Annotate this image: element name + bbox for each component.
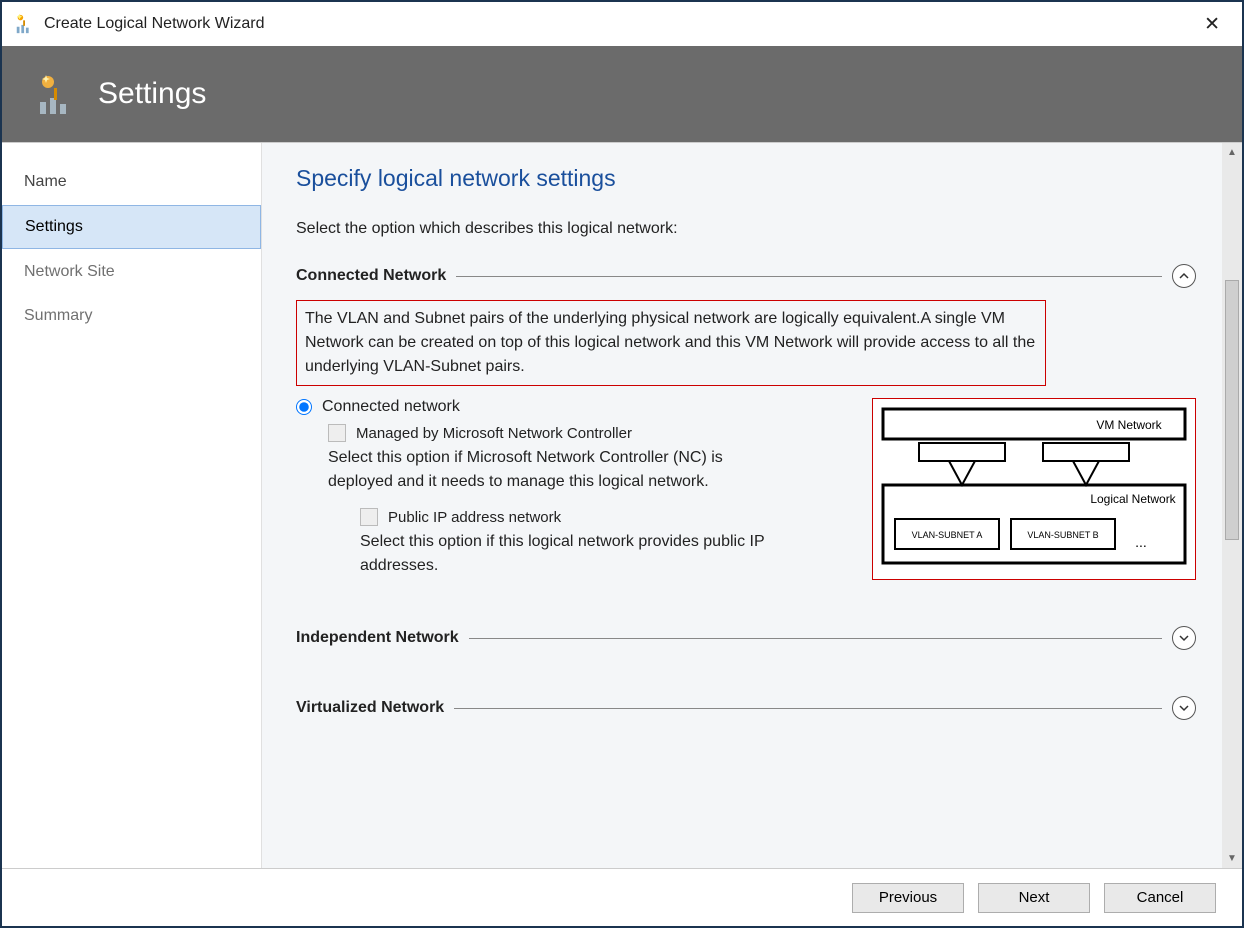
expand-independent-button[interactable] bbox=[1172, 626, 1196, 650]
svg-text:VM Network: VM Network bbox=[1096, 418, 1162, 432]
scroll-down-arrow[interactable]: ▼ bbox=[1225, 851, 1239, 866]
section-independent-header: Independent Network bbox=[296, 626, 1196, 650]
window-title: Create Logical Network Wizard bbox=[44, 15, 265, 33]
diagram-svg: VM Network Logical Network bbox=[879, 405, 1189, 573]
step-network-site[interactable]: Network Site bbox=[2, 251, 261, 293]
public-ip-row: Public IP address network bbox=[360, 508, 858, 526]
chevron-up-icon bbox=[1179, 271, 1189, 281]
content: Specify logical network settings Select … bbox=[262, 143, 1222, 868]
public-ip-checkbox[interactable] bbox=[360, 508, 378, 526]
step-name[interactable]: Name bbox=[2, 161, 261, 203]
public-ip-label: Public IP address network bbox=[388, 509, 561, 526]
section-connected-header: Connected Network bbox=[296, 264, 1196, 288]
content-heading: Specify logical network settings bbox=[296, 165, 1196, 192]
wizard-icon bbox=[14, 13, 36, 35]
section-independent-title: Independent Network bbox=[296, 629, 459, 647]
section-connected-title: Connected Network bbox=[296, 267, 446, 285]
public-ip-helper: Select this option if this logical netwo… bbox=[360, 530, 820, 578]
connected-network-radio-row: Connected network bbox=[296, 398, 858, 416]
managed-by-nc-helper: Select this option if Microsoft Network … bbox=[328, 446, 788, 494]
svg-text:VLAN-SUBNET A: VLAN-SUBNET A bbox=[912, 530, 983, 540]
titlebar: Create Logical Network Wizard ✕ bbox=[2, 2, 1242, 46]
chevron-down-icon bbox=[1179, 633, 1189, 643]
connected-diagram: VM Network Logical Network bbox=[872, 398, 1196, 580]
connected-description: The VLAN and Subnet pairs of the underly… bbox=[296, 300, 1046, 386]
connected-option-block: Connected network Managed by Microsoft N… bbox=[296, 398, 1196, 592]
wizard-window: Create Logical Network Wizard ✕ Settings… bbox=[0, 0, 1244, 928]
connected-network-radio[interactable] bbox=[296, 399, 312, 415]
svg-text:VLAN-SUBNET B: VLAN-SUBNET B bbox=[1027, 530, 1098, 540]
sidebar: Name Settings Network Site Summary bbox=[2, 143, 262, 868]
close-button[interactable]: ✕ bbox=[1194, 11, 1230, 38]
collapse-connected-button[interactable] bbox=[1172, 264, 1196, 288]
connected-network-radio-label: Connected network bbox=[322, 398, 460, 416]
cancel-button[interactable]: Cancel bbox=[1104, 883, 1216, 913]
managed-by-nc-checkbox[interactable] bbox=[328, 424, 346, 442]
content-wrap: Specify logical network settings Select … bbox=[262, 143, 1242, 868]
scrollbar[interactable]: ▲ ▼ bbox=[1222, 143, 1242, 868]
chevron-down-icon bbox=[1179, 703, 1189, 713]
managed-by-nc-label: Managed by Microsoft Network Controller bbox=[356, 425, 632, 442]
section-virtualized-header: Virtualized Network bbox=[296, 696, 1196, 720]
scroll-thumb[interactable] bbox=[1225, 280, 1239, 540]
expand-virtualized-button[interactable] bbox=[1172, 696, 1196, 720]
footer: Previous Next Cancel bbox=[2, 868, 1242, 926]
section-virtualized-title: Virtualized Network bbox=[296, 699, 444, 717]
svg-text:Logical Network: Logical Network bbox=[1090, 492, 1176, 506]
step-summary[interactable]: Summary bbox=[2, 295, 261, 337]
header-icon bbox=[34, 72, 78, 116]
svg-text:...: ... bbox=[1135, 534, 1147, 550]
wizard-body: Name Settings Network Site Summary Speci… bbox=[2, 142, 1242, 868]
step-settings[interactable]: Settings bbox=[2, 205, 261, 249]
managed-by-nc-row: Managed by Microsoft Network Controller bbox=[328, 424, 858, 442]
content-subtext: Select the option which describes this l… bbox=[296, 220, 1196, 238]
scroll-up-arrow[interactable]: ▲ bbox=[1225, 145, 1239, 160]
next-button[interactable]: Next bbox=[978, 883, 1090, 913]
header-band: Settings bbox=[2, 46, 1242, 142]
previous-button[interactable]: Previous bbox=[852, 883, 964, 913]
page-title: Settings bbox=[98, 77, 206, 111]
